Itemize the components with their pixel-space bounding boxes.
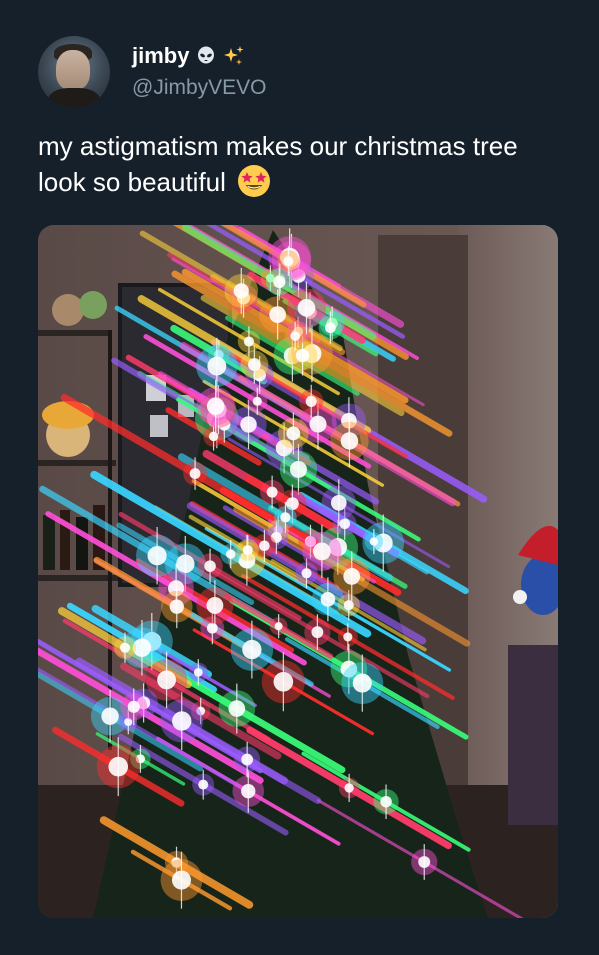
sparkles-icon [223,45,245,67]
avatar-face [56,50,90,90]
tweet-text: my astigmatism makes our christmas tree … [38,131,518,197]
avatar-shirt [48,88,100,108]
avatar[interactable] [38,36,110,108]
tweet-header: jimby @JimbyVEVO [38,36,267,108]
author-handle[interactable]: @JimbyVEVO [132,75,267,101]
author-names: jimby @JimbyVEVO [132,43,267,101]
star-struck-emoji-icon [237,164,271,198]
alien-icon [195,45,217,67]
tweet-photo[interactable] [38,225,558,918]
christmas-tree-photo [38,225,558,918]
display-name[interactable]: jimby [132,43,189,69]
display-name-row: jimby [132,43,267,69]
tweet-body: my astigmatism makes our christmas tree … [38,128,568,200]
